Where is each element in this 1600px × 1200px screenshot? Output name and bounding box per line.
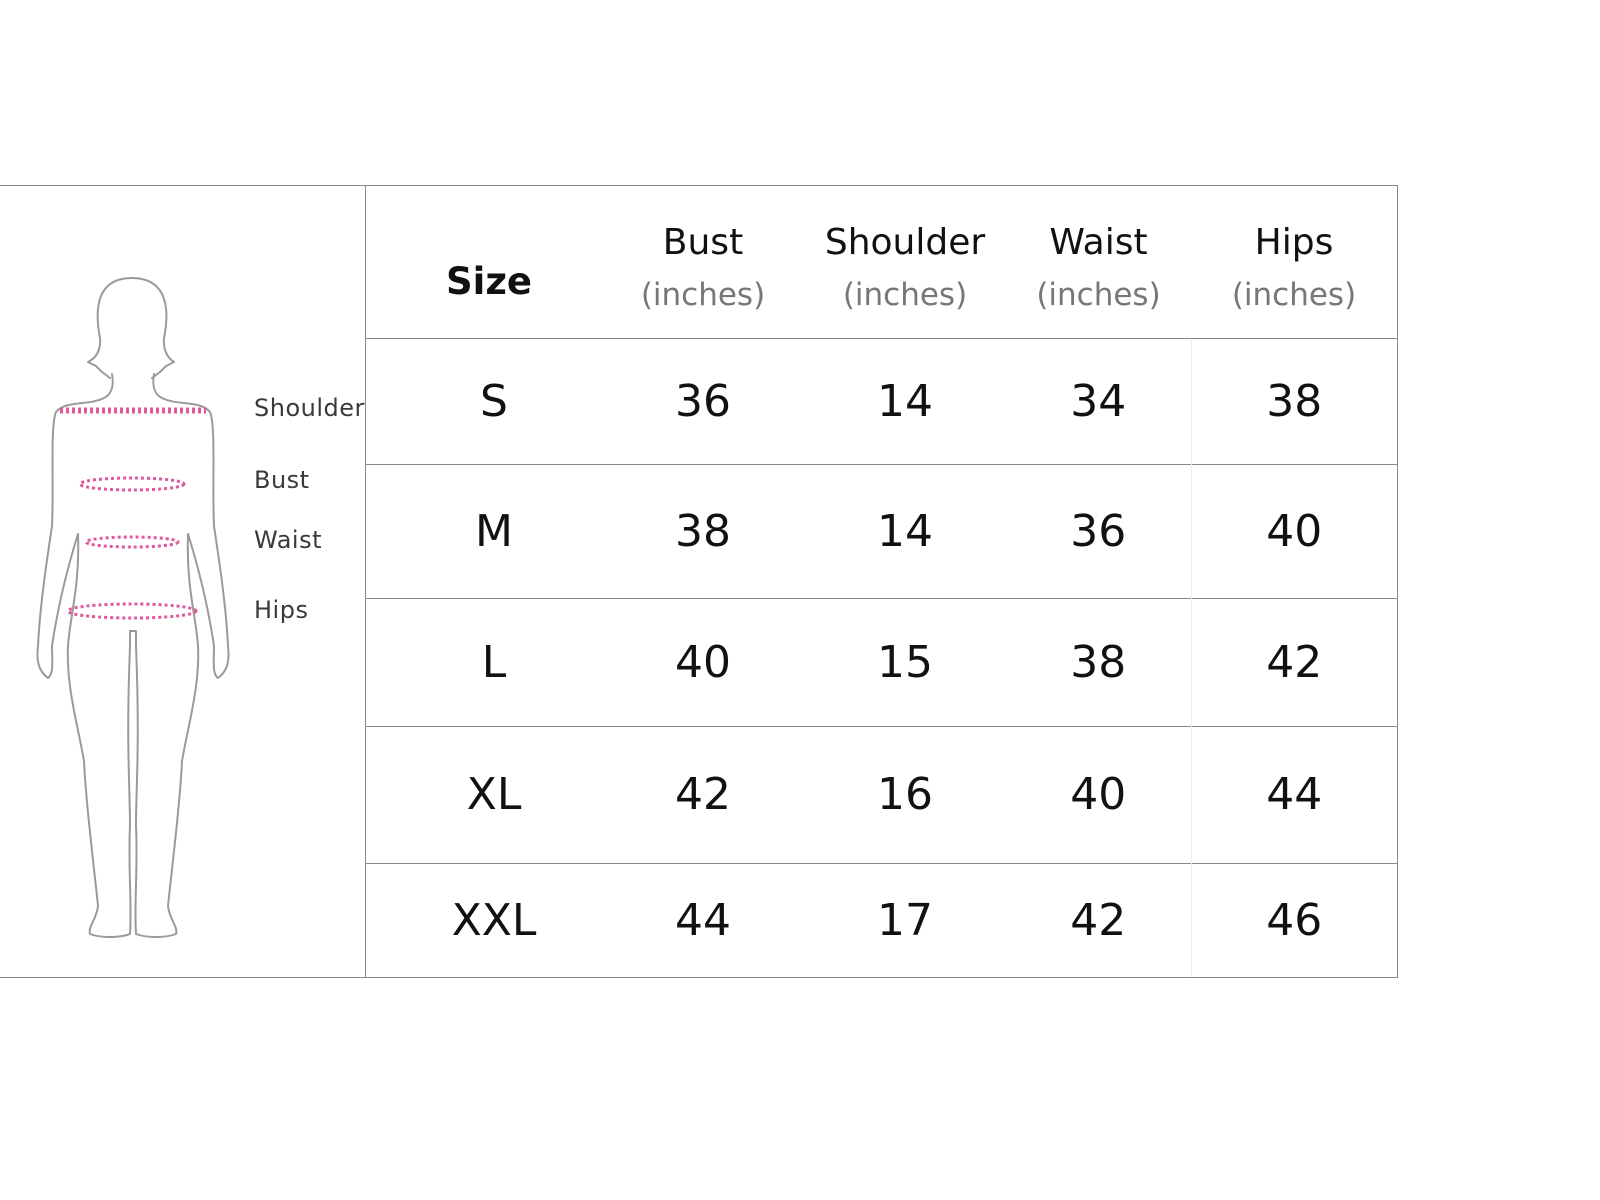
- waist-cell: 40: [1006, 725, 1191, 863]
- shoulder-header: Shoulder (inches): [804, 186, 1006, 338]
- waist-cell: 36: [1006, 463, 1191, 598]
- table-row: S 36 14 34 38: [366, 337, 1397, 464]
- header-row: Size Bust (inches) Shoulder (inches) Wai…: [366, 186, 1397, 338]
- waist-cell: 34: [1006, 337, 1191, 464]
- shoulder-cell: 14: [804, 463, 1006, 598]
- size-cell: S: [366, 337, 602, 464]
- size-chart: Shoulder Bust Waist Hips Size Bust (inch…: [0, 185, 1398, 978]
- size-cell: M: [366, 463, 602, 598]
- size-header: Size: [446, 260, 532, 304]
- bust-cell: 40: [602, 597, 804, 726]
- bust-cell: 42: [602, 725, 804, 863]
- header-name: Hips: [1254, 222, 1334, 264]
- waist-cell: 42: [1006, 862, 1191, 977]
- shoulder-cell: 16: [804, 725, 1006, 863]
- table-row: XL 42 16 40 44: [366, 725, 1397, 863]
- bust-cell: 36: [602, 337, 804, 464]
- header-unit: (inches): [1036, 277, 1161, 314]
- hips-cell: 42: [1190, 597, 1397, 726]
- table-row: M 38 14 36 40: [366, 463, 1397, 598]
- size-cell: XXL: [366, 862, 602, 977]
- female-silhouette-icon: [36, 277, 230, 938]
- shoulder-cell: 15: [804, 597, 1006, 726]
- shoulder-label: Shoulder: [254, 394, 365, 422]
- size-cell: XL: [366, 725, 602, 863]
- header-unit: (inches): [842, 277, 968, 314]
- bust-header: Bust (inches): [602, 186, 804, 338]
- body-measurement-figure: Shoulder Bust Waist Hips: [0, 186, 366, 977]
- table-row: XXL 44 17 42 46: [366, 862, 1397, 977]
- header-name: Waist: [1049, 222, 1148, 264]
- hips-cell: 38: [1190, 337, 1397, 464]
- header-unit: (inches): [640, 277, 766, 314]
- size-cell: L: [366, 597, 602, 726]
- bust-cell: 38: [602, 463, 804, 598]
- header-unit: (inches): [1231, 277, 1357, 314]
- table-row: L 40 15 38 42: [366, 597, 1397, 726]
- hips-cell: 40: [1190, 463, 1397, 598]
- bust-label: Bust: [254, 466, 310, 494]
- shoulder-cell: 14: [804, 337, 1006, 464]
- hips-cell: 44: [1190, 725, 1397, 863]
- waist-header: Waist (inches): [1006, 186, 1191, 338]
- hips-header: Hips (inches): [1191, 186, 1397, 338]
- waist-cell: 38: [1006, 597, 1191, 726]
- hips-cell: 46: [1190, 862, 1397, 977]
- waist-label: Waist: [254, 526, 322, 554]
- bust-cell: 44: [602, 862, 804, 977]
- header-name: Bust: [662, 222, 744, 264]
- hips-label: Hips: [254, 596, 309, 624]
- size-table: Size Bust (inches) Shoulder (inches) Wai…: [366, 186, 1397, 977]
- header-name: Shoulder: [824, 222, 986, 264]
- shoulder-cell: 17: [804, 862, 1006, 977]
